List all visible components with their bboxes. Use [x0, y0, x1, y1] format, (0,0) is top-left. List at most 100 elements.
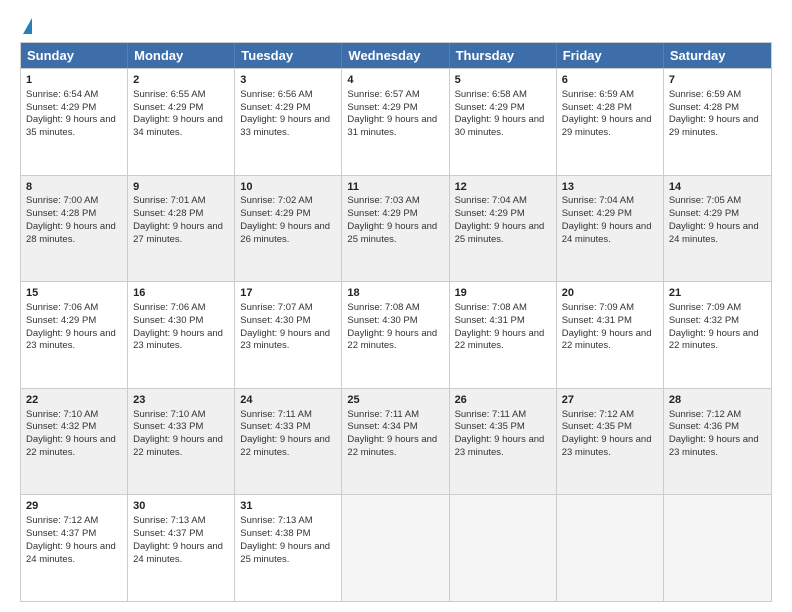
day-number: 6 — [562, 73, 658, 88]
calendar-header-cell: Saturday — [664, 43, 771, 68]
sunset-text: Sunset: 4:37 PM — [133, 528, 203, 539]
day-number: 23 — [133, 393, 229, 408]
calendar-cell: 19Sunrise: 7:08 AMSunset: 4:31 PMDayligh… — [450, 282, 557, 388]
calendar-row: 8Sunrise: 7:00 AM Sunset: 4:28 PM Daylight… — [21, 175, 771, 282]
calendar-cell: 17Sunrise: 7:07 AMSunset: 4:30 PMDayligh… — [235, 282, 342, 388]
sunset-text: Sunset: 4:28 PM — [669, 102, 739, 113]
daylight-text: Daylight: 9 hours and 27 minutes. — [133, 221, 223, 245]
calendar-row: 22 Sunrise: 7:10 AM Sunset: 4:32 PM Dayligh… — [21, 388, 771, 495]
calendar-header-cell: Friday — [557, 43, 664, 68]
calendar-cell — [557, 495, 664, 601]
sunrise-text: Sunrise: 7:12 AM — [562, 409, 634, 420]
daylight-text: Daylight: 9 hours and 22 minutes. — [669, 328, 759, 352]
calendar-cell: 23Sunrise: 7:10 AMSunset: 4:33 PM Dayligh… — [128, 389, 235, 495]
sunrise-text: Sunrise: 7:00 AM — [26, 195, 98, 206]
daylight-text: Daylight: 9 hours and 33 minutes. — [240, 114, 330, 138]
calendar-header: SundayMondayTuesdayWednesdayThursdayFrid… — [21, 43, 771, 68]
calendar-cell: 8Sunrise: 7:00 AM Sunset: 4:28 PM Daylight… — [21, 176, 128, 282]
daylight-text: Daylight: 9 hours and 22 minutes. — [26, 434, 116, 458]
sunset-text: Sunset: 4:29 PM — [240, 208, 310, 219]
daylight-text: Daylight: 9 hours and 22 minutes. — [347, 434, 437, 458]
calendar-header-cell: Sunday — [21, 43, 128, 68]
daylight-text: Daylight: 9 hours and 23 minutes. — [455, 434, 545, 458]
sunrise-text: Sunrise: 6:56 AM — [240, 89, 312, 100]
sunrise-text: Sunrise: 7:04 AM — [455, 195, 527, 206]
day-number: 21 — [669, 286, 766, 301]
sunset-text: Sunset: 4:35 PM — [455, 421, 525, 432]
calendar-cell: 27Sunrise: 7:12 AMSunset: 4:35 PMDayligh… — [557, 389, 664, 495]
sunrise-text: Sunrise: 7:12 AM — [26, 515, 98, 526]
sunrise-text: Sunrise: 7:08 AM — [347, 302, 419, 313]
sunrise-text: Sunrise: 7:02 AM — [240, 195, 312, 206]
calendar-cell — [664, 495, 771, 601]
calendar-cell: 2Sunrise: 6:55 AMSunset: 4:29 PMDaylight… — [128, 69, 235, 175]
calendar-cell: 7Sunrise: 6:59 AM Sunset: 4:28 PMDaylight… — [664, 69, 771, 175]
calendar-cell: 14Sunrise: 7:05 AMSunset: 4:29 PMDayligh… — [664, 176, 771, 282]
sunrise-text: Sunrise: 7:06 AM — [26, 302, 98, 313]
sunrise-text: Sunrise: 7:08 AM — [455, 302, 527, 313]
calendar-cell: 1Sunrise: 6:54 AMSunset: 4:29 PMDaylight… — [21, 69, 128, 175]
daylight-text: Daylight: 9 hours and 23 minutes. — [240, 328, 330, 352]
sunrise-text: Sunrise: 7:04 AM — [562, 195, 634, 206]
daylight-text: Daylight: 9 hours and 23 minutes. — [133, 328, 223, 352]
daylight-text: Daylight: 9 hours and 22 minutes. — [347, 328, 437, 352]
sunrise-text: Sunrise: 7:11 AM — [240, 409, 312, 420]
calendar-cell: 9Sunrise: 7:01 AM Sunset: 4:28 PM Daylight… — [128, 176, 235, 282]
calendar-row: 29Sunrise: 7:12 AMSunset: 4:37 PMDayligh… — [21, 494, 771, 601]
daylight-text: Daylight: 9 hours and 34 minutes. — [133, 114, 223, 138]
day-number: 14 — [669, 180, 766, 195]
sunset-text: Sunset: 4:29 PM — [26, 102, 96, 113]
calendar-cell — [450, 495, 557, 601]
sunrise-text: Sunrise: 7:11 AM — [347, 409, 419, 420]
day-number: 30 — [133, 499, 229, 514]
calendar-cell: 28Sunrise: 7:12 AMSunset: 4:36 PMDayligh… — [664, 389, 771, 495]
daylight-text: Daylight: 9 hours and 22 minutes. — [133, 434, 223, 458]
sunset-text: Sunset: 4:29 PM — [133, 102, 203, 113]
sunset-text: Sunset: 4:33 PM — [133, 421, 203, 432]
sunrise-text: Sunrise: 6:58 AM — [455, 89, 527, 100]
daylight-text: Daylight: 9 hours and 31 minutes. — [347, 114, 437, 138]
daylight-text: Daylight: 9 hours and 22 minutes. — [455, 328, 545, 352]
daylight-text: Daylight: 9 hours and 28 minutes. — [26, 221, 116, 245]
day-number: 22 — [26, 393, 122, 408]
daylight-text: Daylight: 9 hours and 24 minutes. — [669, 221, 759, 245]
header — [20, 18, 772, 32]
sunset-text: Sunset: 4:28 PM — [26, 208, 96, 219]
day-number: 2 — [133, 73, 229, 88]
sunset-text: Sunset: 4:36 PM — [669, 421, 739, 432]
sunset-text: Sunset: 4:32 PM — [26, 421, 96, 432]
calendar-cell: 3Sunrise: 6:56 AMSunset: 4:29 PMDaylight… — [235, 69, 342, 175]
daylight-text: Daylight: 9 hours and 29 minutes. — [669, 114, 759, 138]
day-number: 19 — [455, 286, 551, 301]
sunrise-text: Sunrise: 7:01 AM — [133, 195, 205, 206]
daylight-text: Daylight: 9 hours and 22 minutes. — [562, 328, 652, 352]
sunrise-text: Sunrise: 7:11 AM — [455, 409, 527, 420]
daylight-text: Daylight: 9 hours and 25 minutes. — [455, 221, 545, 245]
calendar-cell: 25Sunrise: 7:11 AMSunset: 4:34 PMDayligh… — [342, 389, 449, 495]
sunrise-text: Sunrise: 6:59 AM — [669, 89, 741, 100]
calendar-cell: 21Sunrise: 7:09 AMSunset: 4:32 PMDayligh… — [664, 282, 771, 388]
daylight-text: Daylight: 9 hours and 23 minutes. — [26, 328, 116, 352]
calendar-cell: 30Sunrise: 7:13 AMSunset: 4:37 PMDayligh… — [128, 495, 235, 601]
calendar-header-cell: Tuesday — [235, 43, 342, 68]
calendar-cell: 11Sunrise: 7:03 AMSunset: 4:29 PMDayligh… — [342, 176, 449, 282]
day-number: 7 — [669, 73, 766, 88]
sunset-text: Sunset: 4:28 PM — [133, 208, 203, 219]
calendar-cell: 13Sunrise: 7:04 AMSunset: 4:29 PMDayligh… — [557, 176, 664, 282]
daylight-text: Daylight: 9 hours and 23 minutes. — [562, 434, 652, 458]
day-number: 4 — [347, 73, 443, 88]
daylight-text: Daylight: 9 hours and 26 minutes. — [240, 221, 330, 245]
day-number: 9 — [133, 180, 229, 195]
calendar-body: 1Sunrise: 6:54 AMSunset: 4:29 PMDaylight… — [21, 68, 771, 601]
sunrise-text: Sunrise: 7:10 AM — [133, 409, 205, 420]
day-number: 24 — [240, 393, 336, 408]
day-number: 8 — [26, 180, 122, 195]
sunset-text: Sunset: 4:37 PM — [26, 528, 96, 539]
day-number: 17 — [240, 286, 336, 301]
sunset-text: Sunset: 4:29 PM — [455, 102, 525, 113]
calendar-cell: 15Sunrise: 7:06 AMSunset: 4:29 PMDayligh… — [21, 282, 128, 388]
calendar-row: 15Sunrise: 7:06 AMSunset: 4:29 PMDayligh… — [21, 281, 771, 388]
day-number: 13 — [562, 180, 658, 195]
daylight-text: Daylight: 9 hours and 24 minutes. — [26, 541, 116, 565]
day-number: 31 — [240, 499, 336, 514]
